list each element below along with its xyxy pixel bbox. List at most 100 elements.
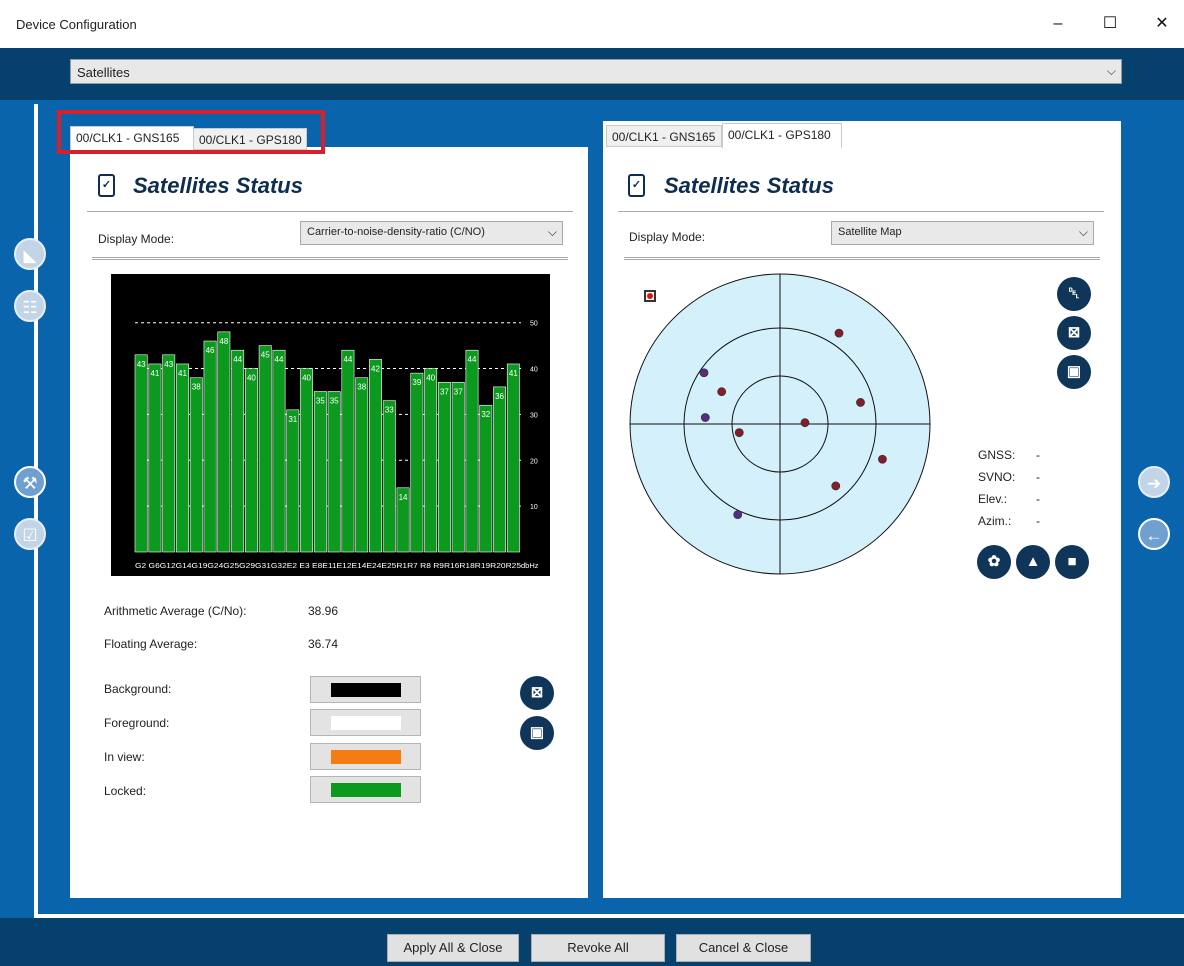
- bar: [313, 391, 327, 553]
- bar-value-label: 43: [137, 360, 146, 369]
- back-arrow-icon[interactable]: ←: [1138, 518, 1170, 550]
- bar: [244, 368, 258, 553]
- bar-value-label: 43: [164, 360, 173, 369]
- chat-icon[interactable]: ◣: [14, 238, 46, 270]
- bar-value-label: 44: [343, 355, 352, 364]
- network-icon[interactable]: ☷: [14, 290, 46, 322]
- y-tick-label: 10: [530, 504, 538, 511]
- fit-view-button[interactable]: ⊠: [520, 676, 554, 710]
- chevron-down-icon: ⌵: [1078, 225, 1088, 239]
- inview-color-picker[interactable]: [310, 743, 421, 770]
- legend-marker: [644, 290, 656, 302]
- maximize-button[interactable]: ☐: [1098, 12, 1122, 36]
- satellite-sky-map: [629, 273, 931, 575]
- azim-value: -: [1036, 514, 1040, 528]
- inview-color-label: In view:: [104, 750, 145, 764]
- satellite-dot: [734, 428, 744, 438]
- save-button[interactable]: ▣: [1057, 355, 1091, 389]
- bar: [231, 349, 245, 553]
- bar-value-label: 44: [468, 355, 477, 364]
- inview-swatch: [331, 750, 401, 764]
- delete-button[interactable]: ␡: [1057, 277, 1091, 311]
- locked-color-label: Locked:: [104, 784, 147, 798]
- bar: [451, 382, 465, 553]
- display-mode-select[interactable]: Carrier-to-noise-density-ratio (C/NO) ⌵: [300, 221, 563, 245]
- right-tab-gns165[interactable]: 00/CLK1 - GNS165: [606, 125, 722, 147]
- divider: [618, 211, 1104, 212]
- bar: [272, 349, 286, 553]
- bar: [424, 368, 438, 553]
- bar-value-label: 38: [192, 383, 201, 392]
- bar: [189, 377, 203, 553]
- bar-value-label: 42: [371, 364, 380, 373]
- bar-value-label: 44: [233, 355, 242, 364]
- locked-color-picker[interactable]: [310, 776, 421, 803]
- bar-value-label: 35: [330, 396, 339, 405]
- y-tick-label: 20: [530, 458, 538, 465]
- fit-view-button[interactable]: ⊠: [1057, 316, 1091, 350]
- trash-icon: ␡: [1067, 285, 1080, 302]
- palette-button[interactable]: ✿: [977, 545, 1011, 579]
- right-header: Satellites Status: [664, 173, 834, 198]
- title-bar: Device Configuration – ☐ ✕: [0, 0, 1184, 48]
- background-color-picker[interactable]: [310, 676, 421, 703]
- stop-button[interactable]: ■: [1055, 545, 1089, 579]
- category-select[interactable]: Satellites ⌵: [70, 59, 1122, 84]
- left-header: Satellites Status: [133, 173, 303, 198]
- satellite-dot: [878, 454, 887, 464]
- satellite-dot: [733, 510, 743, 520]
- elev-value: -: [1036, 492, 1040, 506]
- bar-value-label: 41: [150, 369, 159, 378]
- arith-average-value: 38.96: [308, 604, 339, 618]
- revoke-all-button[interactable]: Revoke All: [531, 934, 665, 962]
- bar: [148, 363, 162, 553]
- display-mode-label: Display Mode:: [98, 232, 175, 246]
- frame-divider: [34, 104, 38, 916]
- apply-all-close-button[interactable]: Apply All & Close: [387, 934, 519, 962]
- x-tick-labels: G2 G6G12G14G19G24G25G29G31G32E2 E3 E8E11…: [135, 561, 521, 570]
- foreground-swatch: [331, 716, 401, 730]
- bar: [479, 404, 493, 553]
- satellite-dot: [831, 481, 841, 491]
- clipboard-check-icon: ✓: [628, 174, 645, 197]
- bar: [162, 354, 176, 553]
- bar-value-label: 37: [440, 387, 449, 396]
- bar: [217, 331, 231, 553]
- locked-swatch: [331, 783, 401, 797]
- bar-value-label: 45: [261, 351, 270, 360]
- bar-value-label: 40: [302, 374, 311, 383]
- floating-average-label: Floating Average:: [104, 637, 198, 651]
- cancel-close-button[interactable]: Cancel & Close: [676, 934, 811, 962]
- bar-value-label: 14: [399, 493, 408, 502]
- bar: [203, 340, 217, 553]
- bar-value-label: 48: [219, 337, 228, 346]
- bar-value-label: 32: [481, 410, 490, 419]
- display-mode-select[interactable]: Satellite Map ⌵: [831, 221, 1094, 245]
- bar: [437, 382, 451, 553]
- right-tab-gps180[interactable]: 00/CLK1 - GPS180: [722, 123, 842, 148]
- satellite-dot: [856, 398, 865, 407]
- divider: [92, 257, 568, 260]
- satellite-dot: [800, 418, 810, 428]
- save-icon: ▣: [1066, 363, 1082, 380]
- bar-value-label: 36: [495, 392, 504, 401]
- divider: [624, 257, 1100, 260]
- chevron-down-icon: ⌵: [547, 225, 557, 239]
- minimize-button[interactable]: –: [1046, 12, 1070, 36]
- bar-value-label: 41: [509, 369, 518, 378]
- divider: [87, 211, 573, 212]
- unit-label: dbHz: [521, 561, 539, 570]
- foreground-color-picker[interactable]: [310, 709, 421, 736]
- close-button[interactable]: ✕: [1150, 12, 1174, 36]
- forward-arrow-icon[interactable]: ➔: [1138, 466, 1170, 498]
- azim-label: Azim.:: [978, 514, 1012, 528]
- save-button[interactable]: ▣: [520, 716, 554, 750]
- svno-label: SVNO:: [978, 470, 1016, 484]
- bar-value-label: 46: [206, 346, 215, 355]
- satellite-dot: [834, 328, 844, 338]
- satellite-dot: [699, 368, 709, 378]
- terrain-button[interactable]: ▲: [1016, 545, 1050, 579]
- wrench-icon[interactable]: ⚒: [14, 466, 46, 498]
- clipboard-icon[interactable]: ☑: [14, 518, 46, 550]
- bar: [355, 377, 369, 553]
